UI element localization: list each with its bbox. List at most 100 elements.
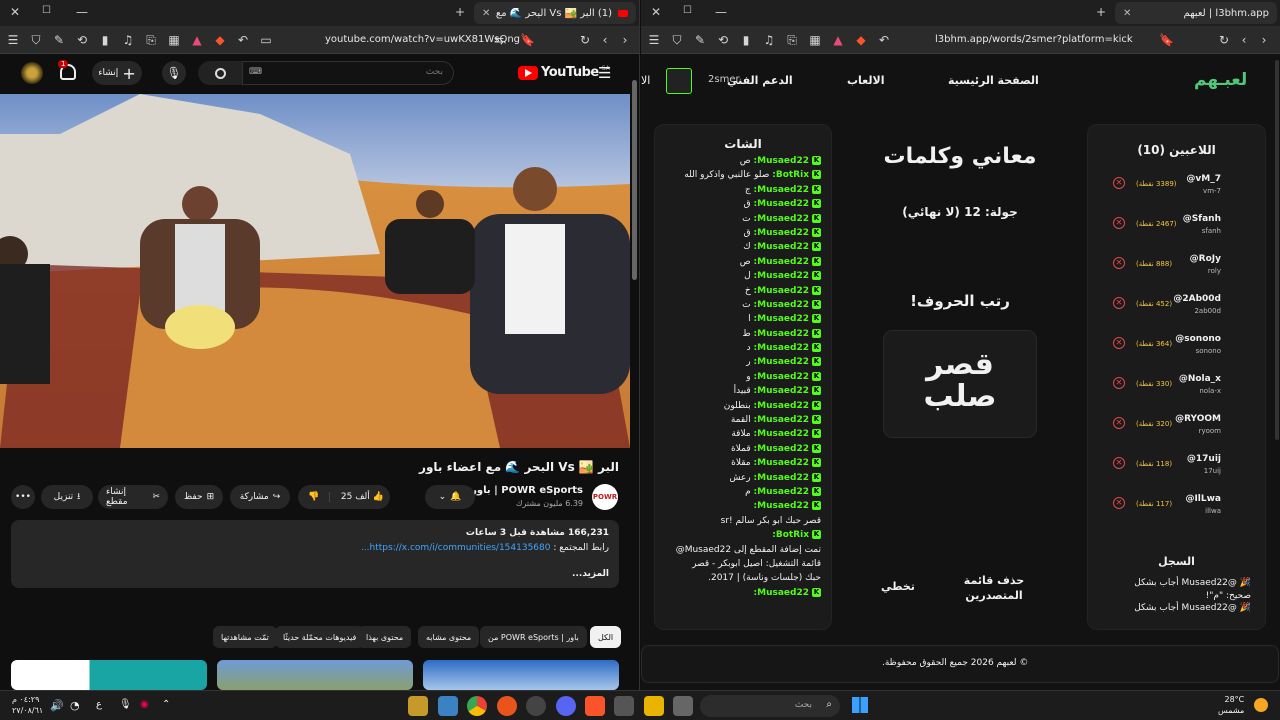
chat-username[interactable]: Musaed22: [754, 242, 809, 252]
weather-widget[interactable]: 28°C مشمس [1218, 694, 1244, 716]
app-icon-orange[interactable] [497, 696, 517, 716]
recommended-thumbnail[interactable] [423, 660, 619, 690]
avatar[interactable] [21, 62, 43, 84]
tab-close-icon[interactable]: ✕ [1123, 8, 1131, 19]
new-tab-icon[interactable]: + [455, 5, 465, 19]
chat-username[interactable]: BotRix: [772, 170, 809, 180]
remove-player-icon[interactable]: ✕ [1113, 497, 1125, 509]
chat-username[interactable]: Musaed22: [754, 357, 809, 367]
extensions-icon[interactable]: ✎ [52, 33, 66, 47]
sidebar-icon[interactable]: ▮ [98, 33, 112, 47]
save-button[interactable]: حفظ ⊞ [175, 485, 223, 509]
app-icon-badge[interactable] [526, 696, 546, 716]
recommended-thumbnail[interactable] [217, 660, 413, 690]
chat-username[interactable]: Musaed22: [754, 372, 809, 382]
tray-chevron-icon[interactable]: ⌃ [162, 699, 170, 710]
new-tab-icon[interactable]: + [1096, 5, 1106, 19]
menu-icon[interactable]: ☰ [647, 33, 661, 47]
clip-button[interactable]: إنشاء مقطع ✂ [98, 485, 168, 509]
nav-support[interactable]: الدعم الفني [727, 74, 793, 87]
chat-username[interactable]: Musaed22: [754, 286, 809, 296]
back-icon[interactable]: ‹ [1237, 33, 1251, 47]
forward-icon[interactable]: › [618, 33, 632, 47]
address-bar[interactable]: l3bhm.app/words/2smer?platform=kick [935, 34, 1133, 45]
chat-username[interactable]: Musaed22: [754, 415, 809, 425]
wifi-icon[interactable]: ◔ [70, 699, 80, 712]
close-window-icon[interactable]: ✕ [10, 5, 20, 19]
site-settings-icon[interactable]: ⇆ [492, 33, 506, 47]
history-icon[interactable]: ⟲ [716, 33, 730, 47]
tab-close-icon[interactable]: ✕ [482, 8, 490, 19]
skip-button[interactable]: تخطي [881, 580, 915, 593]
tray-app-icon[interactable]: ◉ [140, 699, 149, 710]
minimize-icon[interactable]: — [76, 5, 88, 19]
shield-icon[interactable]: ⛉ [29, 33, 43, 47]
history-icon[interactable]: ⟲ [75, 33, 89, 47]
remove-player-icon[interactable]: ✕ [1113, 297, 1125, 309]
scrollbar[interactable] [1275, 60, 1279, 440]
extensions-icon[interactable]: ✎ [693, 33, 707, 47]
chat-username[interactable]: Musaed22: [754, 156, 809, 166]
chat-username[interactable]: Musaed22: [754, 329, 809, 339]
maximize-icon[interactable]: ☐ [683, 5, 692, 16]
wallet-icon[interactable]: ▦ [808, 33, 822, 47]
screenshot-icon[interactable]: ⎘ [144, 33, 158, 47]
chat-username[interactable]: Musaed22: [754, 343, 809, 353]
create-button[interactable]: إنشاء + [92, 61, 142, 85]
chip-all[interactable]: الكل [590, 626, 622, 648]
chip-related[interactable]: محتوى بهذا [358, 626, 412, 648]
youtube-logo[interactable]: YouTube SA [518, 65, 610, 80]
volume-icon[interactable]: 🔊 [50, 699, 64, 712]
aria-icon[interactable]: ▲ [831, 33, 845, 47]
minimize-icon[interactable]: — [715, 5, 727, 19]
clock[interactable]: ٠٤:٢٩ م ٢٧/٠٨/٦١ [12, 694, 43, 716]
remove-player-icon[interactable]: ✕ [1113, 177, 1125, 189]
chat-username[interactable]: Musaed22: [754, 401, 809, 411]
chat-username[interactable]: Musaed22: [754, 314, 809, 324]
chat-username[interactable]: Musaed22: [754, 458, 809, 468]
pip-icon[interactable]: ▭ [259, 33, 273, 47]
remove-player-icon[interactable]: ✕ [1113, 217, 1125, 229]
chat-username[interactable]: Musaed22: [754, 429, 809, 439]
keyboard-icon[interactable]: ⌨ [249, 67, 262, 77]
chat-username[interactable]: Musaed22: [754, 228, 809, 238]
file-explorer-icon[interactable] [644, 696, 664, 716]
mic-icon[interactable]: 🎙 [119, 699, 132, 710]
chat-username[interactable]: Musaed22: [754, 487, 809, 497]
address-bar[interactable]: youtube.com/watch?v=uwKX81WsQng [325, 34, 520, 45]
taskbar-search[interactable]: بحث ⌕ [700, 695, 840, 717]
chat-username[interactable]: Musaed22: [754, 214, 809, 224]
tab-youtube[interactable]: ✕ (1) البر 🏜️ Vs البحر 🌊 مع اعضا... [474, 2, 636, 24]
brave-shield-icon[interactable]: ◆ [854, 33, 868, 47]
app-icon-gray[interactable] [614, 696, 634, 716]
brave-icon[interactable] [585, 696, 605, 716]
remove-player-icon[interactable]: ✕ [1113, 377, 1125, 389]
brave-shield-icon[interactable]: ◆ [213, 33, 227, 47]
discord-icon[interactable] [556, 696, 576, 716]
channel-avatar[interactable]: POWR [592, 484, 618, 510]
back-icon[interactable]: ‹ [598, 33, 612, 47]
recommended-thumbnail[interactable] [11, 660, 207, 690]
chat-username[interactable]: Musaed22: [754, 271, 809, 281]
dislike-button[interactable]: 👎 [298, 492, 331, 502]
chat-username[interactable]: Musaed22: [754, 300, 809, 310]
user-avatar[interactable] [666, 68, 692, 94]
chat-username[interactable]: Musaed22: [754, 386, 809, 396]
chip-watched[interactable]: تمّت مشاهدتها [213, 626, 277, 648]
nav-item-truncated[interactable]: الا [641, 74, 650, 87]
guide-menu-icon[interactable]: ☰ [598, 64, 611, 82]
remove-player-icon[interactable]: ✕ [1113, 257, 1125, 269]
sidebar-icon[interactable]: ▮ [739, 33, 753, 47]
screenshot-icon[interactable]: ⎘ [785, 33, 799, 47]
more-actions-button[interactable]: ••• [11, 485, 35, 509]
bookmark-icon[interactable]: 🔖 [520, 33, 535, 47]
maximize-icon[interactable]: ☐ [42, 5, 51, 16]
wallet-icon[interactable]: ▦ [167, 33, 181, 47]
search-input[interactable]: بحث ⌨ [242, 61, 454, 85]
back-arrow-icon[interactable]: ↶ [877, 33, 891, 47]
back-arrow-icon[interactable]: ↶ [236, 33, 250, 47]
site-logo[interactable]: لعبـهم [1194, 70, 1247, 90]
aria-icon[interactable]: ▲ [190, 33, 204, 47]
chat-username[interactable]: Musaed22: [754, 199, 809, 209]
close-window-icon[interactable]: ✕ [651, 5, 661, 19]
